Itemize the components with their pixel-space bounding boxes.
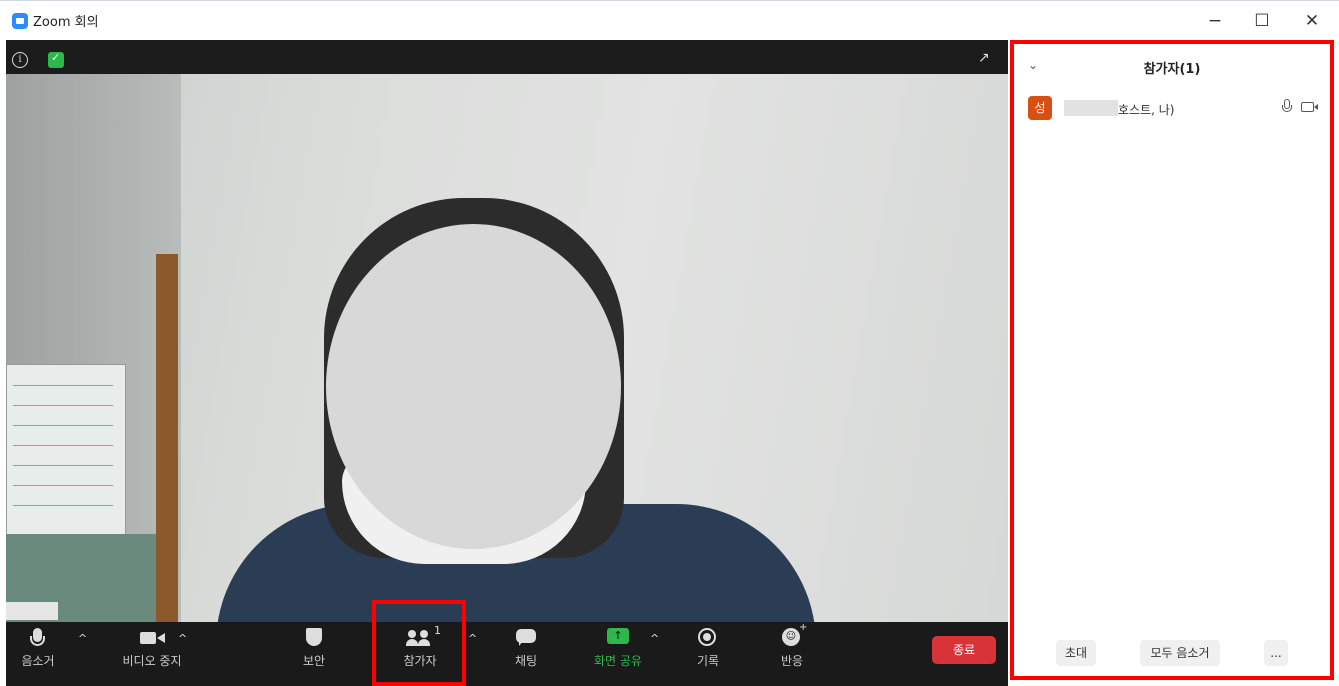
participant-camera-icon[interactable]	[1301, 102, 1318, 112]
share-screen-button[interactable]: ↑ 화면 공유	[588, 628, 648, 669]
video-feed	[6, 74, 1008, 644]
share-screen-label: 화면 공유	[594, 654, 642, 668]
reaction-smiley-icon: ☺	[782, 628, 800, 646]
info-icon[interactable]: i	[12, 52, 28, 68]
participants-options-caret[interactable]: ^	[468, 632, 477, 645]
close-button[interactable]: ✕	[1292, 7, 1332, 35]
reactions-label: 반응	[780, 654, 804, 668]
security-label: 보안	[302, 654, 326, 668]
record-label: 기록	[696, 654, 720, 668]
record-icon	[698, 628, 716, 646]
more-options-button[interactable]: ...	[1264, 640, 1288, 666]
participant-role: 호스트, 나)	[1118, 103, 1175, 117]
chat-label: 채팅	[514, 654, 538, 668]
name-label-redaction	[6, 602, 58, 620]
meeting-top-strip: i ↗	[6, 40, 1008, 74]
face-redaction	[326, 224, 621, 549]
panel-title: 참가자(1)	[1143, 62, 1201, 77]
encryption-shield-icon[interactable]	[48, 51, 64, 68]
minimize-button[interactable]: −	[1195, 7, 1235, 35]
stop-video-label: 비디오 중지	[122, 654, 182, 668]
share-options-caret[interactable]: ^	[650, 632, 659, 645]
mute-button[interactable]: 음소거	[16, 628, 60, 669]
background-doorframe	[156, 254, 178, 622]
chat-button[interactable]: 채팅	[504, 628, 548, 669]
meeting-toolbar: 음소거 ^ 비디오 중지 ^ 보안 1 참가자 ^ 채팅 ↑ 화면 공유 ^ 기…	[6, 622, 1008, 686]
audio-options-caret[interactable]: ^	[78, 632, 87, 645]
participant-microphone-icon[interactable]	[1278, 98, 1298, 118]
window-title: Zoom 회의	[33, 15, 99, 30]
end-meeting-button[interactable]: 종료	[932, 636, 996, 664]
background-notice-paper	[6, 364, 126, 536]
participants-highlight-box	[372, 600, 466, 686]
chat-bubble-icon	[516, 629, 536, 646]
title-bar: Zoom 회의 − ☐ ✕	[0, 0, 1339, 40]
mute-label: 음소거	[21, 654, 55, 668]
video-options-caret[interactable]: ^	[178, 632, 187, 645]
reactions-button[interactable]: ☺ + 반응	[770, 622, 814, 669]
video-camera-icon	[140, 632, 156, 644]
video-area: i ↗ 음소거 ^ 비디오 중지 ^	[6, 40, 1008, 686]
participant-name-redaction	[1064, 100, 1118, 116]
record-button[interactable]: 기록	[686, 628, 730, 669]
invite-button[interactable]: 초대	[1056, 640, 1096, 666]
participant-avatar: 성	[1028, 96, 1052, 120]
share-screen-icon: ↑	[607, 628, 629, 644]
security-shield-icon	[306, 628, 322, 646]
participants-panel: ⌄ 참가자(1) 성 호스트, 나) 초대 모두 음소거 ...	[1010, 40, 1334, 680]
zoom-app-icon	[12, 13, 28, 29]
fullscreen-expand-icon[interactable]: ↗	[978, 50, 996, 68]
security-button[interactable]: 보안	[292, 628, 336, 669]
participant-row[interactable]: 성 호스트, 나)	[1028, 96, 1318, 122]
maximize-button[interactable]: ☐	[1242, 7, 1282, 35]
add-reaction-plus-icon: +	[799, 622, 808, 633]
mute-all-button[interactable]: 모두 음소거	[1140, 640, 1220, 666]
